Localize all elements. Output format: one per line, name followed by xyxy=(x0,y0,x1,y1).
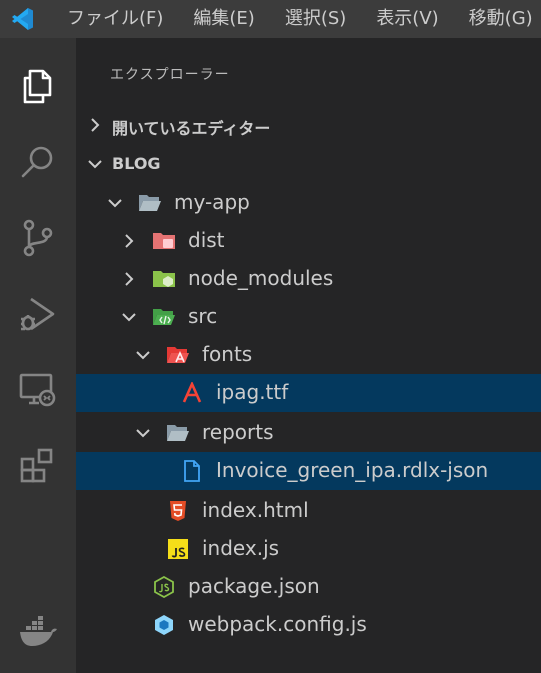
tree-item-webpack-config[interactable]: webpack.config.js xyxy=(76,606,541,644)
file-icon xyxy=(184,460,200,482)
activity-remote-explorer[interactable] xyxy=(0,352,76,428)
tree-item-index-js[interactable]: index.js xyxy=(76,530,541,568)
activity-explorer[interactable] xyxy=(0,48,76,124)
open-editors-label: 開いているエディター xyxy=(112,119,271,138)
search-icon xyxy=(21,146,53,178)
font-file-icon xyxy=(182,382,202,403)
folder-open-icon xyxy=(167,425,189,441)
tree-item-label: index.html xyxy=(202,498,309,522)
docker-icon xyxy=(20,616,57,646)
tree-item-reports[interactable]: reports xyxy=(76,414,541,452)
menu-view[interactable]: 表示(V) xyxy=(361,0,453,38)
tree-item-node-modules[interactable]: node_modules xyxy=(76,260,541,298)
activity-source-control[interactable] xyxy=(0,200,76,276)
chevron-down-icon xyxy=(136,351,150,360)
tree-item-src[interactable]: src xyxy=(76,298,541,336)
menu-file[interactable]: ファイル(F) xyxy=(52,0,178,38)
remote-explorer-icon xyxy=(19,373,56,407)
menu-go[interactable]: 移動(G) xyxy=(454,0,541,38)
vscode-logo-icon[interactable] xyxy=(9,6,35,32)
tree-item-label: my-app xyxy=(174,190,250,214)
js-file-icon xyxy=(168,539,188,559)
webpack-icon xyxy=(155,615,173,635)
folder-fonts-icon xyxy=(167,347,189,363)
explorer-title: エクスプローラー xyxy=(110,67,230,83)
activity-search[interactable] xyxy=(0,124,76,200)
explorer-sidebar: エクスプローラー 開いているエディター BLOG my-app dist nod… xyxy=(76,38,541,673)
workspace-label: BLOG xyxy=(112,154,161,173)
extensions-icon xyxy=(20,448,53,483)
tree-item-ipag-ttf[interactable]: ipag.ttf xyxy=(76,374,541,412)
run-debug-icon xyxy=(21,297,55,331)
tree-item-index-html[interactable]: index.html xyxy=(76,492,541,530)
chevron-down-icon xyxy=(88,160,102,169)
folder-src-icon xyxy=(153,309,175,325)
chevron-down-icon xyxy=(108,199,122,208)
tree-item-label: fonts xyxy=(202,342,253,366)
menu-edit[interactable]: 編集(E) xyxy=(178,0,269,38)
menu-items: ファイル(F) 編集(E) 選択(S) 表示(V) 移動(G) xyxy=(52,0,541,38)
open-editors-header[interactable]: 開いているエディター xyxy=(76,106,541,145)
tree-item-label: dist xyxy=(188,228,225,252)
explorer-icon xyxy=(23,69,52,104)
tree-item-label: package.json xyxy=(188,574,320,598)
tree-item-label: webpack.config.js xyxy=(188,612,367,636)
tree-item-label: index.js xyxy=(202,536,280,560)
tree-item-label: Invoice_green_ipa.rdlx-json xyxy=(216,458,489,482)
html-file-icon xyxy=(170,501,186,521)
folder-open-icon xyxy=(139,195,161,211)
menu-bar: ファイル(F) 編集(E) 選択(S) 表示(V) 移動(G) xyxy=(0,0,541,38)
folder-node-icon xyxy=(153,271,175,287)
folder-dist-icon xyxy=(153,233,175,249)
chevron-down-icon xyxy=(136,429,150,438)
tree-item-label: ipag.ttf xyxy=(216,380,289,404)
chevron-right-icon xyxy=(125,234,134,248)
source-control-icon xyxy=(23,219,53,257)
menu-selection[interactable]: 選択(S) xyxy=(270,0,361,38)
tree-item-invoice-report[interactable]: Invoice_green_ipa.rdlx-json xyxy=(76,452,541,490)
tree-item-label: src xyxy=(188,304,218,328)
tree-item-dist[interactable]: dist xyxy=(76,222,541,260)
workspace-header[interactable]: BLOG xyxy=(76,145,541,184)
chevron-right-icon xyxy=(125,272,134,286)
chevron-down-icon xyxy=(122,313,136,322)
tree-item-fonts[interactable]: fonts xyxy=(76,336,541,374)
nodejs-icon xyxy=(154,576,174,598)
activity-docker[interactable] xyxy=(0,594,76,670)
tree-item-my-app[interactable]: my-app xyxy=(76,184,541,222)
tree-item-package-json[interactable]: package.json xyxy=(76,568,541,606)
tree-item-label: reports xyxy=(202,420,274,444)
activity-run-debug[interactable] xyxy=(0,276,76,352)
chevron-right-icon xyxy=(91,118,100,132)
activity-extensions[interactable] xyxy=(0,428,76,504)
tree-item-label: node_modules xyxy=(188,266,334,290)
activity-bar xyxy=(0,38,76,673)
